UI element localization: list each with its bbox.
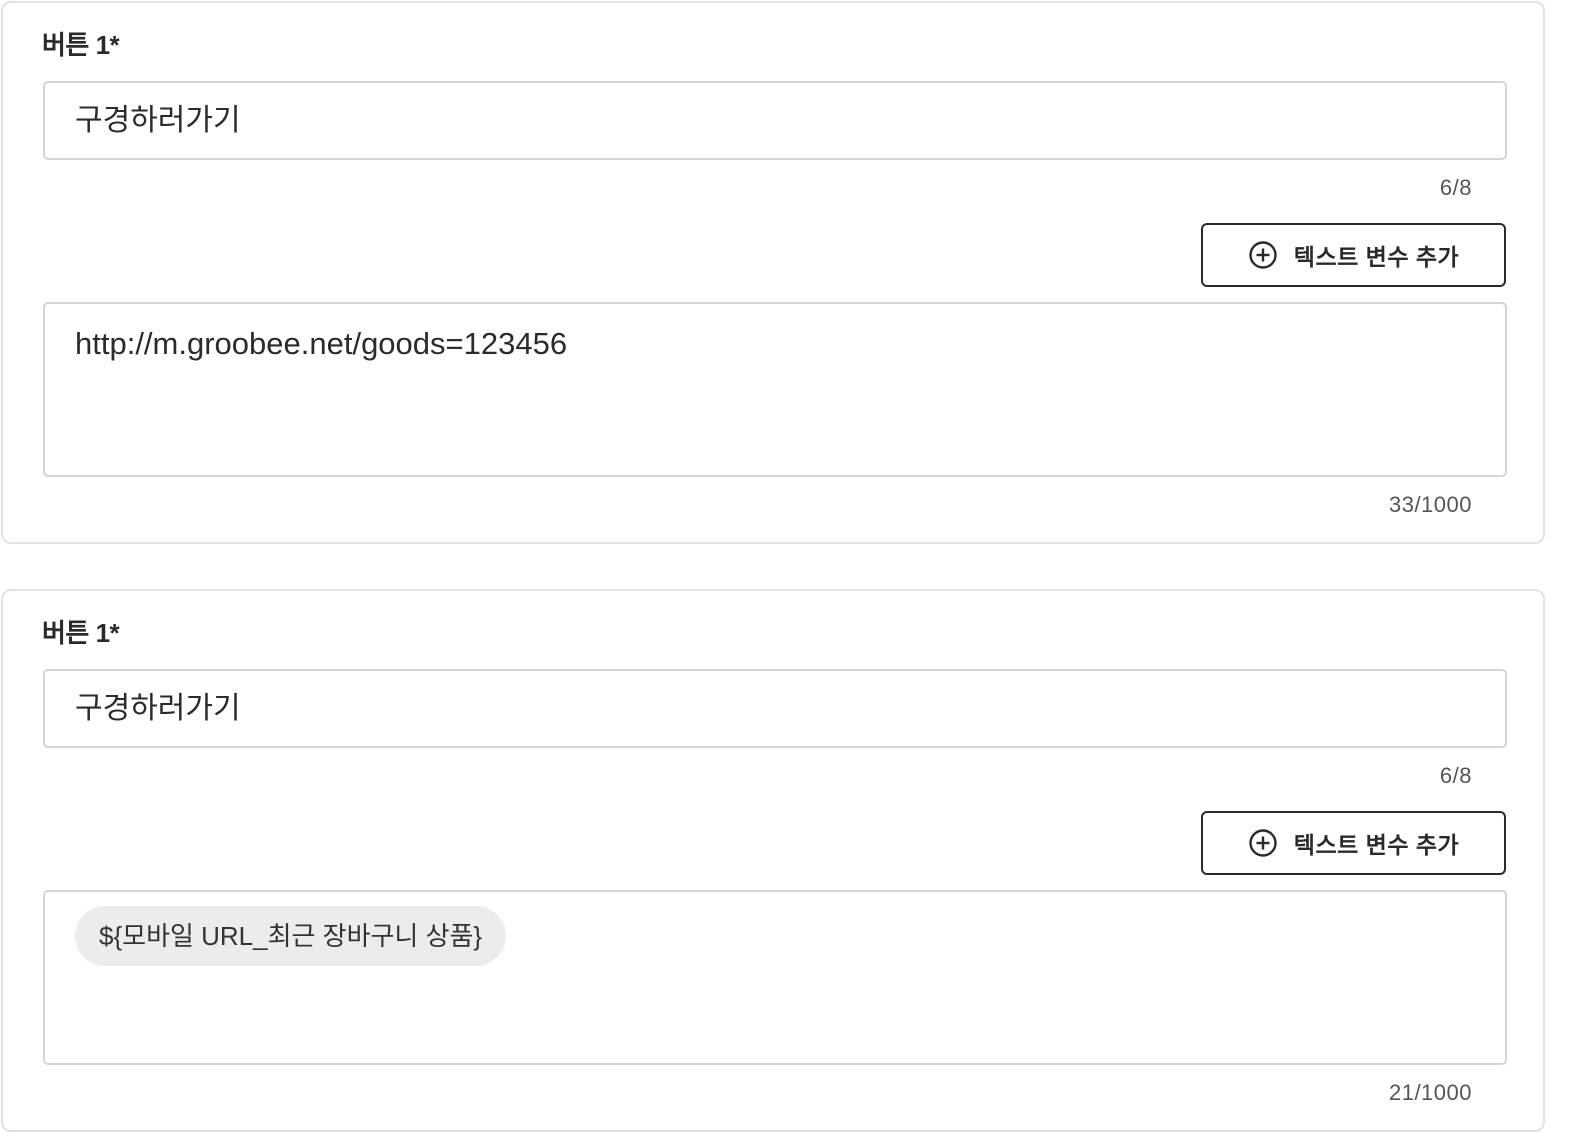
button-label: 버튼 1* xyxy=(42,618,120,648)
button-name-input[interactable]: 구경하러가기 xyxy=(43,81,1507,160)
add-text-variable-button[interactable]: 텍스트 변수 추가 xyxy=(1201,811,1506,875)
plus-circle-icon xyxy=(1248,240,1278,270)
button-settings-card-1: 버튼 1* 구경하러가기 6/8 텍스트 변수 추가 http://m.groo… xyxy=(1,1,1545,544)
button-url-counter: 21/1000 xyxy=(1388,1080,1472,1105)
button-label: 버튼 1* xyxy=(42,30,120,60)
button-url-counter: 33/1000 xyxy=(1388,492,1472,517)
button-url-textarea[interactable]: http://m.groobee.net/goods=123456 xyxy=(43,302,1507,477)
button-name-input[interactable]: 구경하러가기 xyxy=(43,669,1507,748)
button-name-counter: 6/8 xyxy=(1439,175,1472,200)
button-url-text: http://m.groobee.net/goods=123456 xyxy=(75,326,568,361)
add-text-variable-button[interactable]: 텍스트 변수 추가 xyxy=(1201,223,1506,287)
variable-chip[interactable]: ${모바일 URL_최근 장바구니 상품} xyxy=(75,906,507,966)
add-text-variable-label: 텍스트 변수 추가 xyxy=(1293,832,1460,858)
button-name-counter: 6/8 xyxy=(1439,763,1472,788)
button-url-textarea[interactable]: ${모바일 URL_최근 장바구니 상품} xyxy=(43,890,1507,1065)
plus-circle-icon xyxy=(1248,828,1278,858)
add-text-variable-label: 텍스트 변수 추가 xyxy=(1293,244,1460,270)
button-settings-card-2: 버튼 1* 구경하러가기 6/8 텍스트 변수 추가 ${모바일 URL_최근 … xyxy=(1,589,1545,1132)
